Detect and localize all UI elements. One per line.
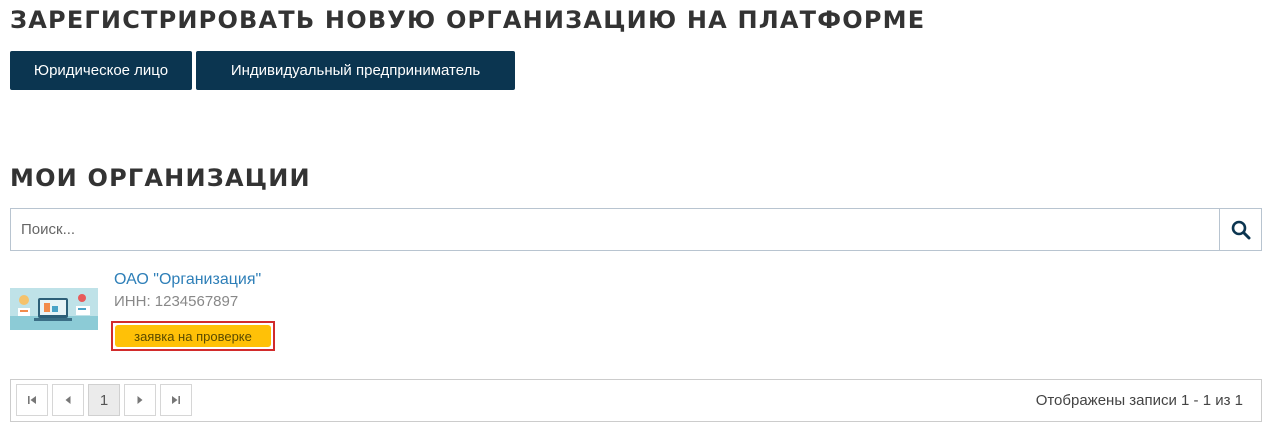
prev-page-button[interactable] bbox=[52, 384, 84, 416]
status-highlight-frame: заявка на проверке bbox=[111, 321, 275, 351]
pagination-info: Отображены записи 1 - 1 из 1 bbox=[1035, 392, 1243, 409]
last-page-button[interactable] bbox=[160, 384, 192, 416]
organization-illustration-icon bbox=[10, 288, 98, 330]
first-page-button[interactable] bbox=[16, 384, 48, 416]
search-bar bbox=[10, 208, 1262, 251]
prev-page-icon bbox=[65, 396, 71, 404]
search-button[interactable] bbox=[1219, 209, 1261, 250]
sole-proprietor-button[interactable]: Индивидуальный предприниматель bbox=[196, 51, 515, 90]
organization-list-item: ОАО "Организация" ИНН: 1234567897 заявка… bbox=[10, 268, 610, 358]
register-buttons: Юридическое лицо Индивидуальный предприн… bbox=[10, 51, 515, 90]
search-input[interactable] bbox=[11, 209, 1219, 250]
status-badge: заявка на проверке bbox=[115, 325, 271, 347]
next-page-icon bbox=[137, 396, 143, 404]
first-page-icon bbox=[28, 396, 36, 404]
next-page-button[interactable] bbox=[124, 384, 156, 416]
page-number-button[interactable]: 1 bbox=[88, 384, 120, 416]
my-organizations-title: МОИ ОРГАНИЗАЦИИ bbox=[10, 164, 311, 192]
organization-name-link[interactable]: ОАО "Организация" bbox=[114, 271, 261, 289]
search-icon bbox=[1231, 220, 1250, 239]
organization-thumbnail bbox=[10, 288, 98, 330]
page: ЗАРЕГИСТРИРОВАТЬ НОВУЮ ОРГАНИЗАЦИЮ НА ПЛ… bbox=[0, 0, 1275, 427]
organization-inn: ИНН: 1234567897 bbox=[114, 293, 239, 310]
last-page-icon bbox=[172, 396, 180, 404]
register-title: ЗАРЕГИСТРИРОВАТЬ НОВУЮ ОРГАНИЗАЦИЮ НА ПЛ… bbox=[10, 6, 926, 34]
pagination-buttons: 1 bbox=[16, 384, 196, 416]
pagination: 1 Отображены записи 1 - 1 из 1 bbox=[10, 379, 1262, 422]
legal-entity-button[interactable]: Юридическое лицо bbox=[10, 51, 192, 90]
